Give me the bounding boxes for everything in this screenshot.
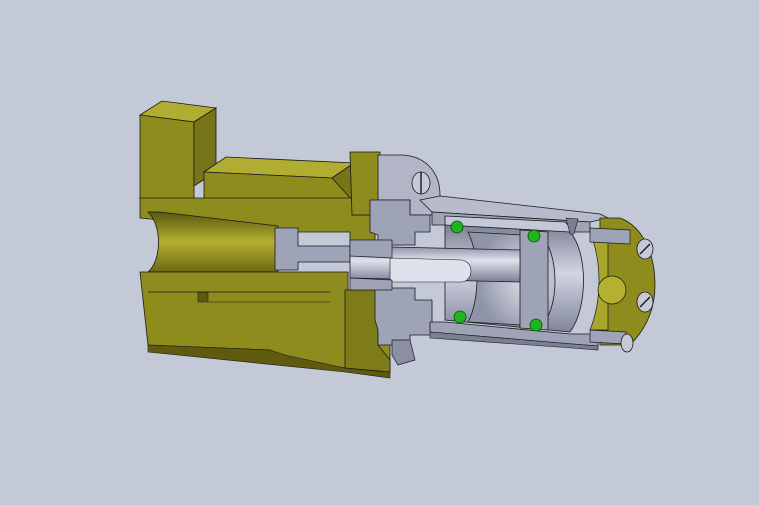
cad-viewport[interactable] <box>0 0 759 505</box>
rod-guide-lower <box>349 277 393 291</box>
rod-guide-upper <box>349 239 393 259</box>
housing-lower-groove <box>197 291 209 303</box>
screw-shank <box>589 227 631 245</box>
seal-upper-right <box>527 229 541 243</box>
housing-tower-front <box>139 114 195 201</box>
seal-lower-right <box>529 318 543 332</box>
end-cap[interactable] <box>589 217 656 353</box>
seal-upper-left <box>450 220 464 234</box>
end-cap-boss <box>597 275 627 305</box>
rod-end <box>389 257 472 283</box>
screw-head-icon <box>620 333 634 353</box>
screw-shank <box>589 329 627 345</box>
flange-section-lower <box>374 287 433 346</box>
rod-t-head <box>274 227 351 271</box>
flange-lower-tab <box>391 339 416 366</box>
piston-section <box>519 229 549 331</box>
seal-lower-left <box>453 310 467 324</box>
end-cap-screw-middle[interactable] <box>636 291 654 313</box>
section-view-drawing <box>138 100 656 379</box>
housing[interactable] <box>138 100 391 379</box>
